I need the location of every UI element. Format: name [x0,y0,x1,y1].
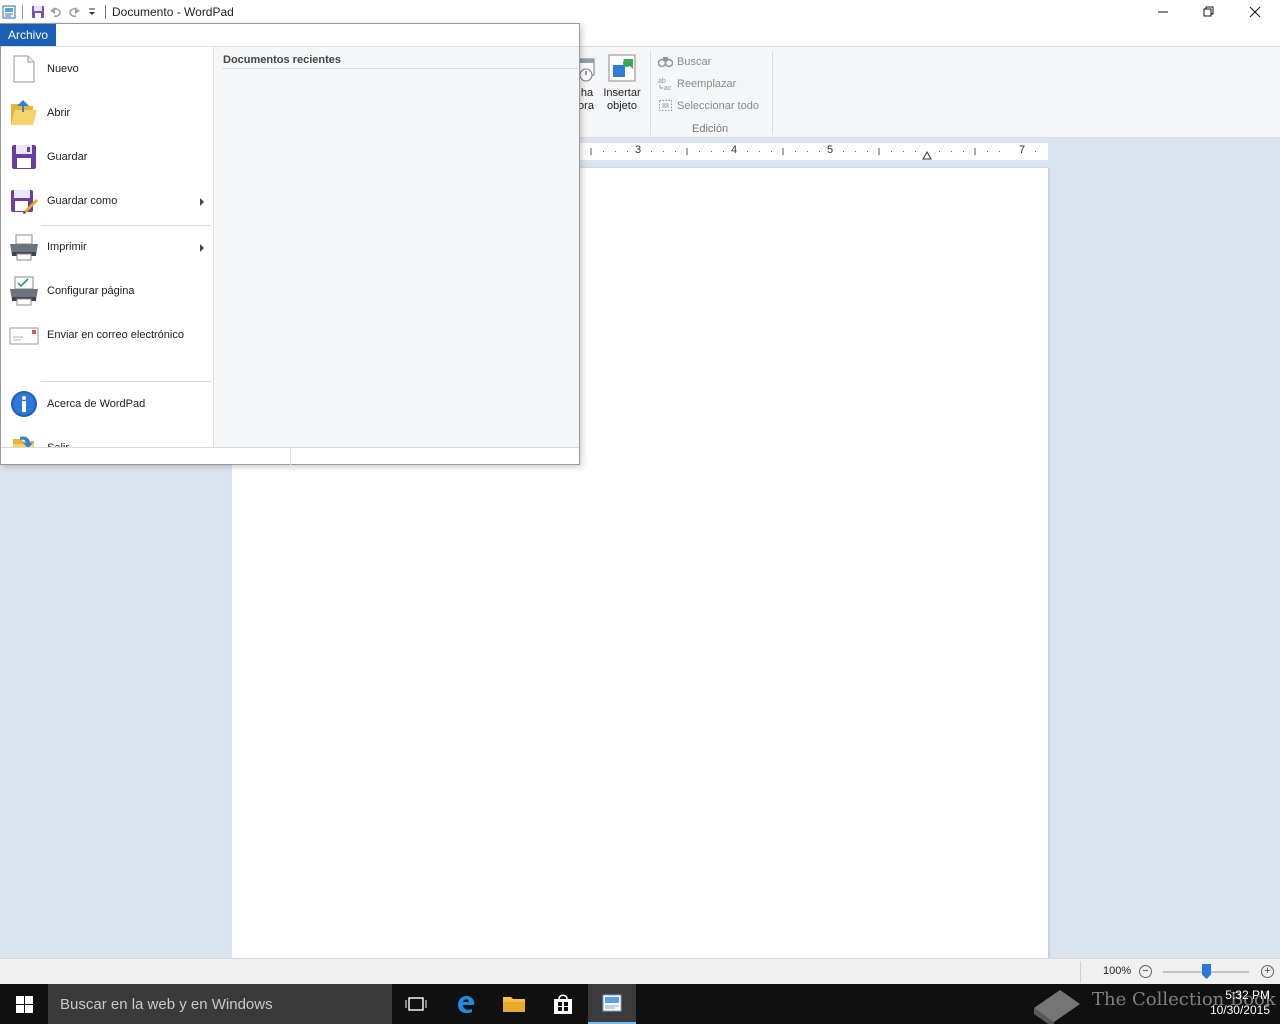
store-bag-icon [554,994,572,1014]
folder-icon [503,997,525,1012]
zoom-level: 100% [1103,965,1132,977]
menu-item-open[interactable]: Abrir [1,91,213,135]
menu-item-new-label: Nuevo [47,63,79,75]
insert-object-button[interactable]: Insertar objeto [601,53,643,113]
zoom-slider-thumb[interactable] [1202,964,1211,979]
customize-dropdown-icon[interactable] [83,3,101,21]
zoom-in-button[interactable]: + [1261,965,1274,978]
floppy-save-icon [8,141,40,173]
menu-item-save-label: Guardar [47,151,88,163]
menu-item-open-label: Abrir [47,107,71,119]
ribbon-group-separator [650,51,651,135]
watermark-logo [1030,978,1084,1024]
menu-item-save[interactable]: Guardar [1,135,213,179]
save-icon[interactable] [29,3,47,21]
menu-item-new[interactable]: Nuevo [1,47,213,91]
select-all-icon [659,100,672,111]
save-as-icon [8,185,40,217]
printer-icon [8,231,40,263]
start-button[interactable] [0,984,48,1024]
recent-documents-panel: Documentos recientes [213,47,579,447]
recent-documents-rule [222,68,578,69]
info-icon [8,388,40,420]
select-all-button[interactable]: Seleccionar todo [658,99,759,112]
ruler-number: 5 [827,144,834,156]
restore-icon [1203,6,1214,16]
windows-logo-icon [15,995,33,1013]
system-clock[interactable]: 5:32 PM 10/30/2015 [1206,988,1270,1018]
find-button[interactable]: Buscar [658,55,711,68]
file-menu-footer [1,447,579,465]
file-menu-header [1,24,579,47]
right-indent-marker [922,150,932,160]
taskbar-search-input[interactable]: Buscar en la web y en Windows [48,984,392,1024]
book-logo-icon [1034,990,1080,1024]
replace-icon: abac [658,78,672,91]
file-menu-commands: Nuevo Abrir Guardar Guardar como Imprimi… [1,47,213,462]
submenu-arrow-icon [200,198,204,206]
task-view-button[interactable] [392,984,440,1024]
new-document-icon [8,53,40,85]
submenu-arrow-icon [200,244,204,252]
replace-button[interactable]: ab ac Reemplazar [658,77,736,91]
menu-item-print-label: Imprimir [47,241,87,253]
menu-item-save-as[interactable]: Guardar como [1,179,213,223]
clock-date: 10/30/2015 [1209,1003,1270,1017]
minimize-icon [1158,11,1168,12]
file-menu-tab[interactable]: Archivo [0,24,56,46]
task-view-icon [405,997,427,1011]
insert-object-icon [608,54,636,82]
status-bar: 100% − + [0,958,1280,984]
menu-item-about-label: Acerca de WordPad [47,398,146,410]
menu-item-save-as-label: Guardar como [47,195,118,207]
file-menu-footer-divider [290,448,291,465]
window-title: Documento - WordPad [112,4,234,19]
ruler-number: 3 [635,144,642,156]
replace-label: Reemplazar [677,78,737,90]
recent-documents-title: Documentos recientes [223,54,341,66]
taskbar: Buscar en la web y en Windows The Collec… [0,984,1280,1024]
ruler-number: 4 [731,144,738,156]
ruler-number: 7 [1019,144,1026,156]
undo-icon[interactable] [47,3,65,21]
wordpad-icon [602,994,622,1012]
page-setup-icon [8,275,40,307]
email-icon [8,319,40,351]
minimize-button[interactable] [1140,0,1186,23]
close-button[interactable] [1232,0,1278,23]
redo-icon[interactable] [65,3,83,21]
svg-text:ac: ac [664,85,672,91]
close-icon [1249,6,1261,17]
title-separator [105,4,106,19]
clock-time: 5:32 PM [1225,988,1270,1002]
edge-icon [458,995,475,1014]
menu-item-send-email[interactable]: Enviar en correo electrónico [1,313,213,357]
svg-text:ab: ab [658,78,666,85]
menu-item-print[interactable]: Imprimir [1,225,213,269]
select-all-label: Seleccionar todo [677,99,759,112]
wordpad-app-icon[interactable] [0,3,18,21]
menu-item-page-setup-label: Configurar página [47,285,135,297]
menu-item-send-email-label: Enviar en correo electrónico [47,329,184,341]
quick-access-separator [22,4,23,19]
menu-item-page-setup[interactable]: Configurar página [1,269,213,313]
menu-item-about[interactable]: Acerca de WordPad [1,382,213,426]
editing-group-label: Edición [692,123,729,135]
restore-button[interactable] [1186,0,1232,23]
open-folder-icon [8,97,40,129]
file-explorer-button[interactable] [490,984,538,1024]
store-button[interactable] [539,984,587,1024]
edge-browser-button[interactable] [442,984,490,1024]
find-label: Buscar [677,55,712,68]
wordpad-taskbar-button[interactable] [588,984,636,1024]
file-menu: Nuevo Abrir Guardar Guardar como Imprimi… [0,23,580,465]
binoculars-icon [658,57,673,68]
ribbon-group-separator-end [772,51,773,135]
insert-object-label-line1: Insertar [603,87,641,99]
insert-object-label-line2: objeto [607,100,637,112]
title-bar: Documento - WordPad [0,0,1280,23]
zoom-out-button[interactable]: − [1139,965,1152,978]
